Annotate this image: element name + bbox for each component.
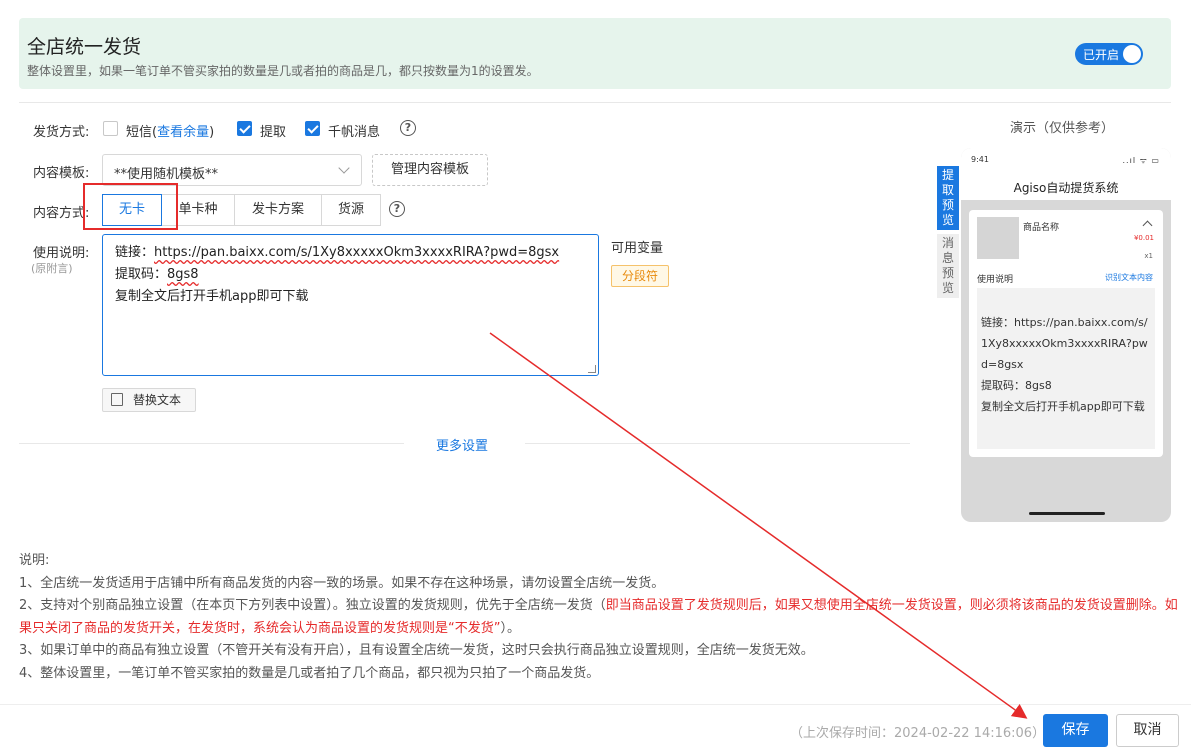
method-tab-single-card[interactable]: 单卡种 [161,194,235,226]
chevron-down-icon [338,162,350,174]
product-name: 商品名称 [1023,223,1060,233]
method-tab-card-scheme[interactable]: 发卡方案 [234,194,322,226]
divider [525,443,910,444]
toggle-label: 已开启 [1083,48,1120,62]
note-item: 1、全店统一发货适用于店铺中所有商品发货的内容一致的场景。如果不存在这种场景，请… [19,575,665,591]
phone-header: 9:41 ..ıl ᯤ ▭ Agiso自动提货系统 [961,148,1171,200]
method-tab-no-card[interactable]: 无卡 [102,194,162,226]
enable-toggle[interactable]: 已开启 [1075,43,1143,65]
notes-section: 说明: 1、全店统一发货适用于店铺中所有商品发货的内容一致的场景。如果不存在这种… [19,550,1179,685]
phone-preview: 9:41 ..ıl ᯤ ▭ Agiso自动提货系统 商品名称 ¥0.01 x1 … [961,148,1171,522]
toggle-knob [1123,45,1141,63]
save-button[interactable]: 保存 [1043,714,1108,747]
footer-divider [0,704,1191,705]
phone-home-indicator [1029,512,1105,515]
notes-title: 说明: [19,553,50,568]
note-item: 2、支持对个别商品独立设置（在本页下方列表中设置）。独立设置的发货规则，优先于全… [19,598,1178,636]
replace-text-button[interactable]: 替换文本 [102,388,196,412]
usage-line-3: 复制全文后打开手机app即可下载 [115,289,309,304]
sms-option: 短信(查看余量) [126,121,214,140]
more-settings-link[interactable]: 更多设置 [436,435,488,454]
usage-line-1: 链接：https://pan.baixx.com/s/1Xy8xxxxxOkm3… [115,245,560,260]
product-qty: x1 [1144,252,1153,260]
content-method-label: 内容方式: [33,206,90,221]
note-item: 3、如果订单中的商品有独立设置（不管开关有没有开启），且有设置全店统一发货，这时… [19,643,814,658]
note-item: 4、整体设置里，一笔订单不管买家拍的数量是几或者拍了几个商品，都只视为只拍了一个… [19,665,600,681]
recognize-text-link: 识别文本内容 [1105,273,1153,282]
template-select-value: **使用随机模板** [114,167,219,182]
usage-textarea[interactable]: 链接：https://pan.baixx.com/s/1Xy8xxxxxOkm3… [102,234,599,376]
page-description: 整体设置里，如果一笔订单不管买家拍的数量是几或者拍的商品是几，都只按数量为1的设… [27,64,539,78]
resize-handle[interactable] [588,365,596,373]
sms-paren-close: ) [209,125,215,140]
usage-url: https://pan.baixx.com/s/1Xy8xxxxxOkm3xxx… [154,245,560,260]
divider [19,102,1171,103]
usage-code: 8gs8 [167,267,199,282]
help-icon[interactable]: ? [389,201,405,217]
header-banner: 全店统一发货 整体设置里，如果一笔订单不管买家拍的数量是几或者拍的商品是几，都只… [19,18,1171,89]
usage-sublabel: (原附言) [31,262,73,275]
usage-line-2: 提取码：8gs8 [115,267,199,282]
replace-icon [111,393,123,406]
qianniu-checkbox[interactable] [305,121,320,136]
sms-label: 短信 [126,125,153,140]
cancel-button[interactable]: 取消 [1116,714,1179,747]
delivery-method-label: 发货方式: [33,125,90,140]
phone-usage-content: 链接：https://pan.baixx.com/s/1Xy8xxxxxOkm3… [977,288,1155,449]
tab-message-preview[interactable]: 消息预览 [937,234,959,298]
template-select[interactable]: **使用随机模板** [102,154,362,186]
phone-usage-label: 使用说明 [977,275,1014,285]
help-icon[interactable]: ? [400,120,416,136]
pickup-checkbox[interactable] [237,121,252,136]
phone-system-title: Agiso自动提货系统 [1013,181,1119,195]
last-saved-time: （上次保存时间：2024-02-22 14:16:06） [790,726,1046,741]
sms-checkbox[interactable] [103,121,118,136]
check-balance-link[interactable]: 查看余量 [157,125,209,140]
phone-product-card: 商品名称 ¥0.01 x1 使用说明 识别文本内容 链接：https://pan… [969,210,1163,457]
page-title: 全店统一发货 [27,36,142,58]
replace-text-label: 替换文本 [133,393,182,407]
manage-template-button[interactable]: 管理内容模板 [372,154,488,186]
phone-status-icons: ..ıl ᯤ ▭ [1122,156,1160,165]
divider [19,443,404,444]
variable-tag-separator[interactable]: 分段符 [611,265,669,287]
qianniu-label: 千帆消息 [328,125,381,140]
product-thumbnail [977,217,1019,259]
chevron-up-icon [1142,220,1153,231]
method-tab-source[interactable]: 货源 [321,194,381,226]
pickup-label: 提取 [260,125,287,140]
product-price: ¥0.01 [1133,234,1154,242]
demo-title: 演示（仅供参考） [1010,121,1115,136]
variables-title: 可用变量 [611,241,664,256]
tab-pickup-preview[interactable]: 提取预览 [937,166,959,230]
content-template-label: 内容模板: [33,166,90,181]
phone-time: 9:41 [971,155,989,164]
usage-label: 使用说明: [33,246,90,261]
